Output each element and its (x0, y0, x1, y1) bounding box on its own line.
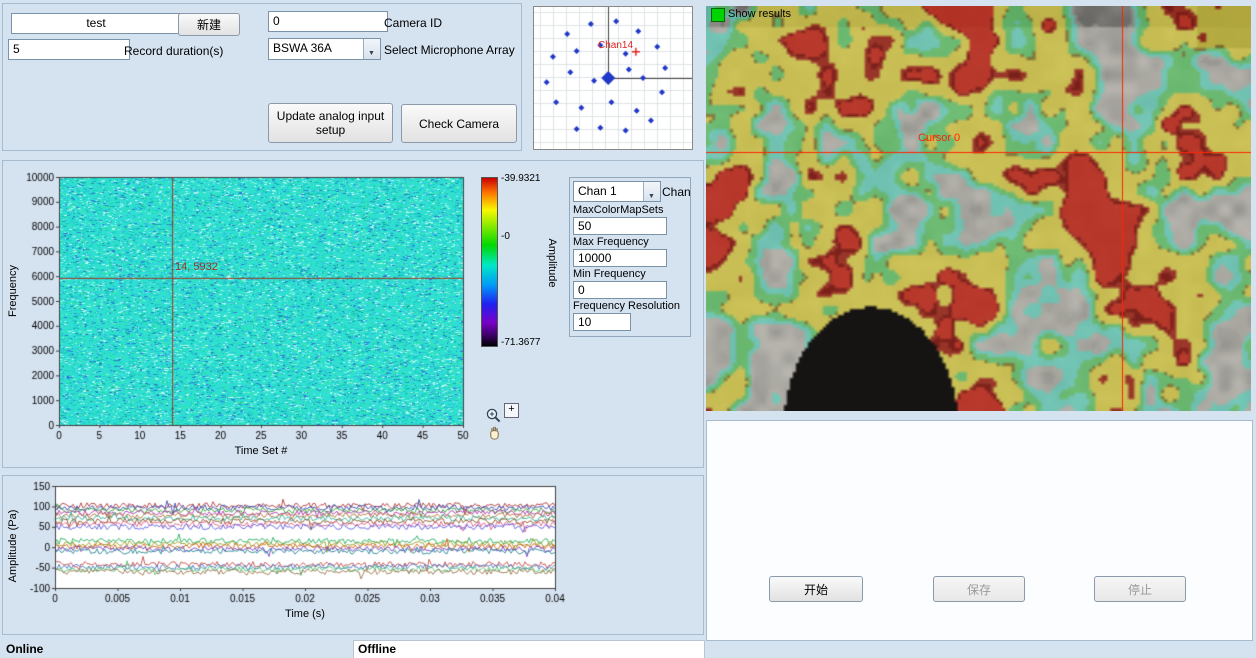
max-colormap-label: MaxColorMapSets (573, 204, 663, 216)
colorbar-zero-marker[interactable]: -0 (501, 231, 510, 242)
waveform-plot (5, 478, 585, 628)
record-duration-input[interactable]: 5 (8, 39, 130, 60)
acoustic-camera-app: test 新建 0 Camera ID 5 Record duration(s)… (0, 0, 1256, 658)
spectrogram-plot[interactable] (5, 167, 475, 457)
save-button[interactable]: 保存 (933, 576, 1025, 602)
spectrogram-xlabel: Time Set # (211, 445, 311, 457)
colorbar-amplitude-label: Amplitude (546, 228, 558, 298)
spectrogram-panel: Frequency Time Set # 14, 5932 -39.9321 -… (2, 160, 704, 468)
spectro-settings-box: Chan 1 Chan MaxColorMapSets 50 Max Frequ… (569, 177, 691, 337)
colorbar-min-label: -71.3677 (501, 337, 540, 348)
stop-button[interactable]: 停止 (1094, 576, 1186, 602)
start-button[interactable]: 开始 (769, 576, 863, 602)
waveform-ylabel: Amplitude (Pa) (7, 501, 19, 591)
record-duration-label: Record duration(s) (124, 44, 223, 58)
frequency-resolution-label: Frequency Resolution (573, 300, 680, 312)
mic-array-label: Select Microphone Array (384, 43, 515, 57)
max-colormap-input[interactable]: 50 (573, 217, 667, 235)
max-frequency-input[interactable]: 10000 (573, 249, 667, 267)
spectrogram-cursor-label: 14, 5932 (175, 261, 218, 273)
offline-status-box: Offline (353, 640, 705, 658)
show-results-checkbox[interactable] (711, 8, 725, 22)
min-frequency-label: Min Frequency (573, 268, 646, 280)
cursor-tool-icon[interactable] (504, 403, 519, 418)
waveform-panel: Amplitude (Pa) Time (s) (2, 475, 704, 635)
camera-view-panel: Show results Cursor 0 (706, 6, 1251, 411)
spectrogram-ylabel: Frequency (7, 256, 19, 326)
waveform-xlabel: Time (s) (265, 608, 345, 620)
test-name-input[interactable]: test (11, 13, 181, 34)
channel-select[interactable]: Chan 1 (573, 181, 661, 202)
mic-array-select-value: BSWA 36A (273, 41, 332, 55)
chevron-down-icon[interactable] (363, 39, 380, 59)
camera-id-input[interactable]: 0 (268, 11, 388, 32)
result-panel: 开始 保存 停止 (706, 420, 1253, 641)
camera-heatmap-view[interactable] (706, 6, 1251, 411)
colorbar-max-label: -39.9321 (501, 173, 540, 184)
online-status-label: Online (6, 642, 43, 656)
min-frequency-input[interactable]: 0 (573, 281, 667, 299)
acquisition-controls-panel: test 新建 0 Camera ID 5 Record duration(s)… (2, 3, 522, 151)
channel-label: Chan (662, 185, 691, 199)
update-analog-input-button[interactable]: Update analog input setup (268, 103, 393, 143)
mic-array-select[interactable]: BSWA 36A (268, 38, 381, 60)
offline-status-label: Offline (358, 642, 396, 656)
camera-id-label: Camera ID (384, 16, 442, 30)
pan-hand-icon[interactable] (487, 425, 504, 442)
mic-highlight-label: Chan14 (598, 40, 633, 51)
check-camera-button[interactable]: Check Camera (401, 104, 517, 143)
mic-array-plot (534, 7, 692, 149)
frequency-resolution-input[interactable]: 10 (573, 313, 631, 331)
channel-select-value: Chan 1 (578, 184, 617, 198)
max-frequency-label: Max Frequency (573, 236, 649, 248)
camera-cursor-label: Cursor 0 (918, 132, 960, 144)
amplitude-colorbar (481, 177, 498, 347)
new-button[interactable]: 新建 (178, 13, 240, 36)
show-results-label: Show results (728, 8, 791, 20)
chevron-down-icon[interactable] (643, 182, 660, 201)
zoom-icon[interactable] (485, 407, 502, 424)
mic-array-plot-frame: Chan14 (533, 6, 693, 150)
